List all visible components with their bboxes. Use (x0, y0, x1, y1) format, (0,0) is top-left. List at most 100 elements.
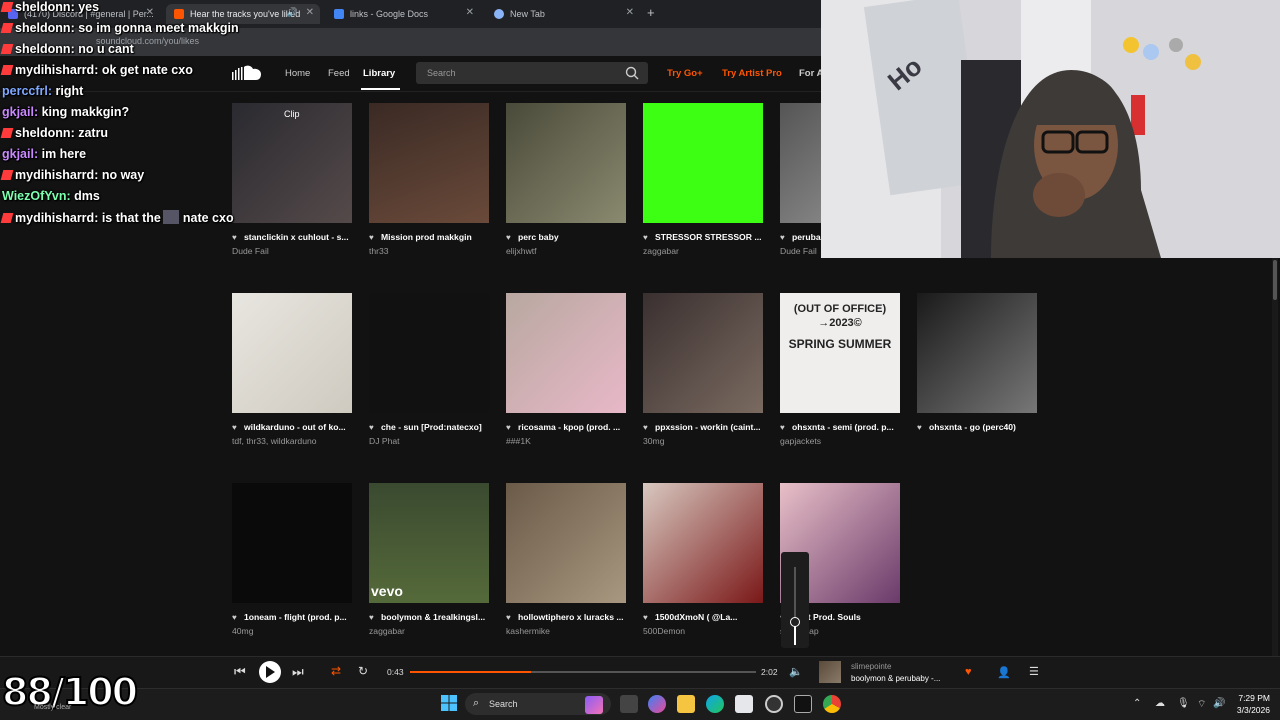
heart-icon[interactable]: ♥ (232, 233, 237, 242)
track-card[interactable]: ♥ ricosama - kpop (prod. ... ###1K (506, 293, 626, 453)
chrome-icon[interactable] (823, 695, 841, 713)
obs-icon[interactable] (765, 695, 783, 713)
chat-username[interactable]: sheldonn (15, 0, 71, 14)
heart-icon[interactable]: ♥ (369, 613, 374, 622)
shuffle-icon[interactable]: ⇄ (331, 664, 341, 678)
chat-username[interactable]: sheldonn (15, 21, 71, 35)
track-card[interactable]: ♥ STRESSOR STRESSOR ... zaggabar (643, 103, 763, 263)
close-icon[interactable]: ✕ (466, 7, 474, 18)
close-icon[interactable]: ✕ (146, 7, 154, 18)
track-artwork[interactable] (506, 103, 626, 223)
nav-home[interactable]: Home (285, 68, 310, 79)
track-title[interactable]: ♥ che - sun [Prod:natecxo] (369, 422, 499, 432)
try-artist-pro-link[interactable]: Try Artist Pro (722, 68, 782, 79)
queue-icon[interactable]: ☰ (1029, 665, 1039, 678)
heart-icon[interactable]: ♥ (369, 233, 374, 242)
widget-icon[interactable] (585, 696, 603, 714)
track-title[interactable]: ♥ ohsxnta - semi (prod. p... (780, 422, 910, 432)
chat-username[interactable]: mydihisharrd (15, 211, 94, 225)
track-artwork[interactable] (643, 103, 763, 223)
heart-icon[interactable]: ♥ (643, 423, 648, 432)
track-artist[interactable]: thr33 (369, 246, 499, 256)
heart-icon[interactable]: ♥ (506, 233, 511, 242)
heart-icon[interactable]: ♥ (643, 613, 648, 622)
track-artist[interactable]: tdf, thr33, wildkarduno (232, 436, 362, 446)
new-tab-button[interactable]: + (647, 5, 655, 20)
track-title[interactable]: ♥ 1oneam - flight (prod. p... (232, 612, 362, 622)
copilot-icon[interactable] (648, 695, 666, 713)
close-icon[interactable]: ✕ (306, 7, 314, 18)
track-title[interactable]: ♥ ricosama - kpop (prod. ... (506, 422, 636, 432)
repeat-icon[interactable]: ↻ (358, 664, 368, 678)
chat-username[interactable]: WiezOfYvn (2, 189, 66, 203)
track-artist[interactable]: 500Demon (643, 626, 773, 636)
track-card[interactable]: ♥ che - sun [Prod:natecxo] DJ Phat (369, 293, 489, 453)
now-playing-artwork[interactable] (819, 661, 841, 683)
track-artist[interactable]: kashermike (506, 626, 636, 636)
track-artwork[interactable] (643, 293, 763, 413)
heart-icon[interactable]: ♥ (780, 233, 785, 242)
track-artist[interactable]: zaggabar (643, 246, 773, 256)
search-icon[interactable] (625, 66, 639, 80)
track-card[interactable]: ♥ ppxssion - workin (caint... 30mg (643, 293, 763, 453)
track-artist[interactable]: gapjackets (780, 436, 910, 446)
chat-username[interactable]: gkjail (2, 105, 34, 119)
follow-user-icon[interactable]: 👤 (997, 666, 1011, 679)
task-view-icon[interactable] (620, 695, 638, 713)
edge-icon[interactable] (706, 695, 724, 713)
track-title[interactable]: ♥ ppxssion - workin (caint... (643, 422, 773, 432)
track-title[interactable]: ♥ ohsxnta - go (perc40) (917, 422, 1047, 432)
heart-icon[interactable]: ♥ (369, 423, 374, 432)
track-artwork[interactable] (643, 483, 763, 603)
tray-chevron-icon[interactable]: ⌃ (1133, 698, 1141, 709)
track-artist[interactable]: ###1K (506, 436, 636, 446)
heart-icon[interactable]: ♥ (780, 423, 785, 432)
track-card[interactable]: (OUT OF OFFICE) →2023© SPRING SUMMER ♥ ohsxn… (780, 293, 900, 453)
windows-start-icon[interactable] (441, 695, 457, 711)
track-card[interactable]: ♥ Mission prod makkgin thr33 (369, 103, 489, 263)
file-explorer-icon[interactable] (677, 695, 695, 713)
clock[interactable]: 7:29 PM 3/3/2026 (1228, 692, 1270, 716)
track-card[interactable]: ♥ hollowtiphero x luracks ... kashermike (506, 483, 626, 643)
close-icon[interactable]: ✕ (626, 7, 634, 18)
track-title[interactable]: ♥ boolymon & 1realkingsl... (369, 612, 499, 622)
wifi-icon[interactable]: ⌔ (1197, 698, 1206, 711)
track-card[interactable]: Clip ♥ stanclickin x cuhlout - s... Dude Fa… (232, 103, 352, 263)
track-card[interactable]: ♥ perc baby elijxhwtf (506, 103, 626, 263)
chat-username[interactable]: gkjail (2, 147, 34, 161)
track-artwork[interactable]: (OUT OF OFFICE) →2023© SPRING SUMMER (780, 293, 900, 413)
microphone-icon[interactable]: 🎙 (1177, 698, 1190, 709)
like-heart-icon[interactable]: ♥ (965, 666, 972, 678)
progress-bar[interactable] (410, 671, 756, 673)
track-title[interactable]: ♥ perc baby (506, 232, 636, 242)
track-artist[interactable]: zaggabar (369, 626, 499, 636)
nav-feed[interactable]: Feed (328, 68, 350, 79)
heart-icon[interactable]: ♥ (232, 423, 237, 432)
track-card[interactable]: vevo ♥ boolymon & 1realkingsl... zaggabar (369, 483, 489, 643)
track-card[interactable]: ♥ 1500dXmoN ( @La... 500Demon (643, 483, 763, 643)
app-icon[interactable] (794, 695, 812, 713)
store-icon[interactable] (735, 695, 753, 713)
speaker-icon[interactable]: 🔊 (287, 7, 298, 18)
now-playing-title[interactable]: boolymon & perubaby -... (851, 674, 946, 683)
chat-username[interactable]: mydihisharrd (15, 63, 94, 77)
track-card[interactable]: ♥ wildkarduno - out of ko... tdf, thr33, w… (232, 293, 352, 453)
track-artwork[interactable] (232, 483, 352, 603)
volume-knob[interactable] (790, 617, 800, 627)
tab-google-docs[interactable]: links - Google Docs ✕ (326, 4, 480, 24)
try-go-link[interactable]: Try Go+ (667, 68, 703, 79)
play-icon[interactable] (265, 666, 275, 678)
scrollbar[interactable] (1272, 258, 1278, 658)
track-artwork[interactable] (917, 293, 1037, 413)
tray-cloud-icon[interactable]: ☁ (1155, 698, 1165, 709)
nav-library[interactable]: Library (363, 68, 395, 79)
soundcloud-logo-icon[interactable] (232, 64, 264, 82)
chat-username[interactable]: mydihisharrd (15, 168, 94, 182)
speaker-icon[interactable]: 🔊 (1213, 698, 1225, 709)
now-playing-artist[interactable]: slimepointe (851, 662, 891, 671)
track-title[interactable]: ♥ wildkarduno - out of ko... (232, 422, 362, 432)
track-artwork[interactable] (506, 293, 626, 413)
next-icon[interactable]: ⏭ (292, 664, 304, 680)
previous-icon[interactable]: ⏮ (234, 664, 246, 680)
track-title[interactable]: ♥ hollowtiphero x luracks ... (506, 612, 636, 622)
